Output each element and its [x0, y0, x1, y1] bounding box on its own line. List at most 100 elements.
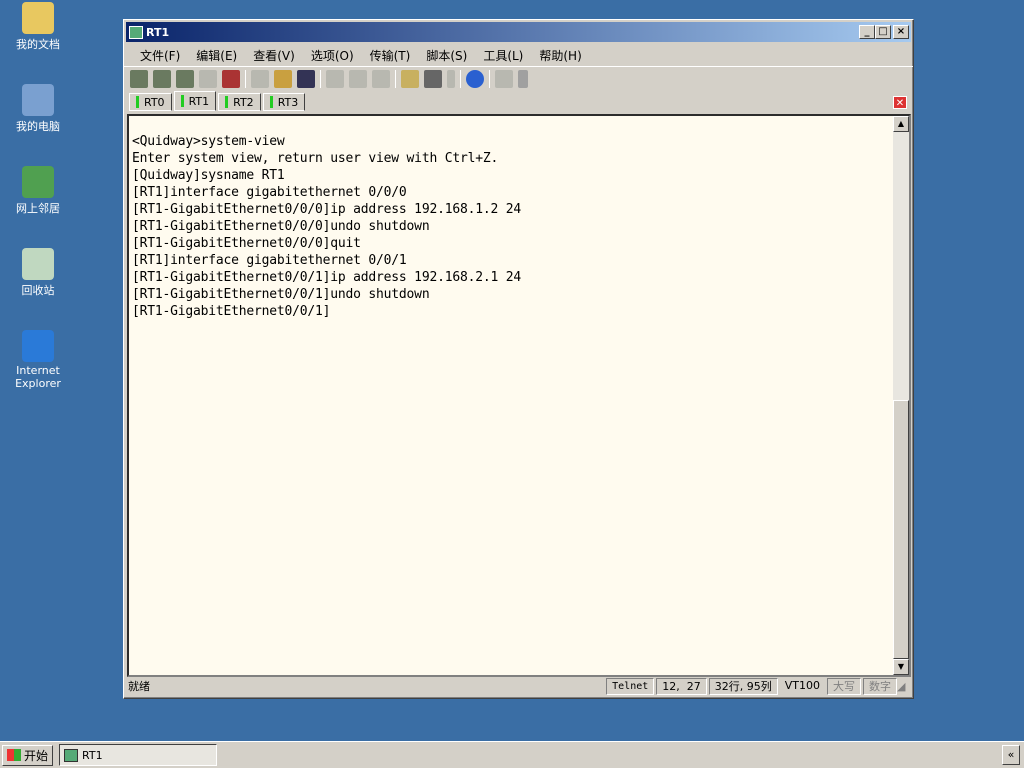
scroll-thumb[interactable] — [893, 400, 909, 659]
app-icon — [129, 25, 143, 39]
session-options-icon[interactable] — [401, 69, 419, 88]
connected-indicator-icon — [269, 96, 273, 108]
menu-item[interactable]: 帮助(H) — [531, 47, 589, 64]
menu-item[interactable]: 文件(F) — [132, 47, 188, 64]
terminal-line: [RT1-GigabitEthernet0/0/0]ip address 192… — [132, 202, 521, 217]
taskbar-item-rt1[interactable]: RT1 — [59, 744, 218, 766]
start-button[interactable]: 开始 — [2, 744, 54, 766]
window-title: RT1 — [146, 25, 170, 39]
desktop-icon[interactable]: Internet Explorer — [4, 330, 72, 390]
desktop-icon-label: 我的文档 — [16, 38, 60, 51]
menu-item[interactable]: 选项(O) — [303, 47, 362, 64]
separator — [395, 69, 396, 88]
network-icon — [22, 166, 54, 198]
terminal-line: [RT1]interface gigabitethernet 0/0/1 — [132, 253, 407, 268]
menu-bar: 文件(F) 编辑(E) 查看(V) 选项(O) 传输(T) 脚本(S) 工具(L) 帮助(H) — [124, 44, 913, 66]
terminal-line: <Quidway>system-view — [132, 134, 285, 149]
title-bar[interactable]: RT1 _ □ × — [126, 22, 911, 42]
session-tabs: RT0 RT1 RT2 RT3 — [129, 91, 306, 111]
menu-item[interactable]: 编辑(E) — [188, 47, 245, 64]
terminal-line: [RT1]interface gigabitethernet 0/0/0 — [132, 185, 407, 200]
close-button[interactable]: × — [893, 25, 909, 39]
desktop-icon-label: 回收站 — [21, 284, 55, 297]
status-num: 数字 — [863, 677, 897, 695]
reconnect-icon[interactable] — [199, 69, 217, 88]
my-computer-icon — [22, 84, 54, 116]
tab-rt1[interactable]: RT1 — [173, 91, 217, 111]
resize-grip-icon[interactable]: ◢ — [897, 680, 911, 693]
connected-indicator-icon — [136, 96, 139, 108]
disconnect-icon[interactable] — [222, 69, 240, 88]
toolbar-overflow-icon[interactable] — [518, 69, 528, 88]
recycle-bin-icon — [22, 248, 54, 280]
desktop-icon-label: 网上邻居 — [16, 202, 60, 215]
tab-label: RT3 — [277, 95, 299, 109]
find-icon[interactable] — [297, 69, 315, 88]
print-screen-icon[interactable] — [326, 69, 344, 88]
start-label: 开始 — [24, 748, 49, 763]
menu-item[interactable]: 传输(T) — [362, 47, 419, 64]
terminal-line: [RT1-GigabitEthernet0/0/1] — [132, 304, 331, 319]
terminal-line: [RT1-GigabitEthernet0/0/1]ip address 192… — [132, 270, 521, 285]
status-protocol: Telnet — [606, 677, 655, 695]
desktop-icon-label: 我的电脑 — [16, 120, 60, 133]
desktop-icon[interactable]: 我的电脑 — [4, 84, 72, 134]
menu-item[interactable]: 工具(L) — [475, 47, 531, 64]
connected-indicator-icon — [225, 96, 229, 108]
quick-connect-icon[interactable] — [153, 69, 171, 88]
help-icon[interactable] — [466, 69, 484, 88]
toolbar — [124, 66, 913, 90]
key-icon[interactable] — [447, 69, 455, 88]
terminal-output: <Quidway>system-view Enter system view, r… — [132, 133, 521, 320]
connected-indicator-icon — [180, 95, 184, 107]
status-cursor: 12, 27 — [656, 677, 707, 695]
menu-item[interactable]: 查看(V) — [245, 47, 303, 64]
taskbar-item-label: RT1 — [82, 748, 103, 762]
desktop-icon[interactable]: 网上邻居 — [4, 166, 72, 216]
tray-expand-button[interactable]: « — [1002, 745, 1020, 765]
tab-rt2[interactable]: RT2 — [218, 93, 261, 111]
status-bar: 就绪 Telnet 12, 27 32行, 95列 VT100 大写 数字 ◢ — [126, 676, 911, 696]
status-size: 32行, 95列 — [708, 677, 778, 695]
print-selection-icon[interactable] — [349, 69, 367, 88]
separator — [320, 69, 321, 88]
paste-icon[interactable] — [274, 69, 292, 88]
close-tab-icon[interactable]: ✕ — [893, 96, 907, 109]
taskbar: 开始 RT1 « — [0, 741, 1024, 768]
desktop-icon[interactable]: 回收站 — [4, 248, 72, 298]
terminal[interactable]: <Quidway>system-view Enter system view, r… — [127, 114, 911, 677]
ie-icon — [22, 330, 54, 362]
app-icon — [64, 748, 79, 762]
desktop-icon[interactable]: 我的文档 — [4, 2, 72, 52]
terminal-line: [RT1-GigabitEthernet0/0/1]undo shutdown — [132, 287, 430, 302]
terminal-line: [Quidway]sysname RT1 — [132, 168, 285, 183]
securecrt-window: RT1 _ □ × 文件(F) 编辑(E) 查看(V) 选项(O) 传输(T) 脚本(S)… — [123, 19, 914, 699]
windows-logo-icon — [7, 749, 21, 761]
status-ready: 就绪 — [128, 680, 150, 693]
tab-label: RT1 — [188, 94, 210, 108]
menu-item[interactable]: 脚本(S) — [418, 47, 475, 64]
tab-label: RT2 — [233, 95, 254, 109]
connect-tab-icon[interactable] — [176, 69, 194, 88]
maximize-button[interactable]: □ — [875, 25, 891, 39]
separator — [460, 69, 461, 88]
my-documents-icon — [22, 2, 54, 34]
terminal-line: [RT1-GigabitEthernet0/0/0]undo shutdown — [132, 219, 430, 234]
scroll-up-arrow-icon[interactable]: ▲ — [893, 116, 909, 132]
tab-rt3[interactable]: RT3 — [262, 93, 306, 111]
sftp-icon[interactable] — [495, 69, 513, 88]
vertical-scrollbar[interactable]: ▲ ▼ — [893, 116, 909, 675]
copy-icon[interactable] — [251, 69, 269, 88]
tab-rt0[interactable]: RT0 — [129, 93, 172, 111]
print-icon[interactable] — [372, 69, 390, 88]
desktop-icon-label: Internet Explorer — [15, 364, 61, 390]
status-caps: 大写 — [827, 677, 861, 695]
terminal-line: [RT1-GigabitEthernet0/0/0]quit — [132, 236, 361, 251]
terminal-line: Enter system view, return user view with… — [132, 151, 499, 166]
status-emulation: VT100 — [784, 678, 820, 692]
separator — [245, 69, 246, 88]
scroll-down-arrow-icon[interactable]: ▼ — [893, 659, 909, 675]
connect-icon[interactable] — [130, 69, 148, 88]
keymap-icon[interactable] — [424, 69, 442, 88]
minimize-button[interactable]: _ — [859, 25, 875, 39]
